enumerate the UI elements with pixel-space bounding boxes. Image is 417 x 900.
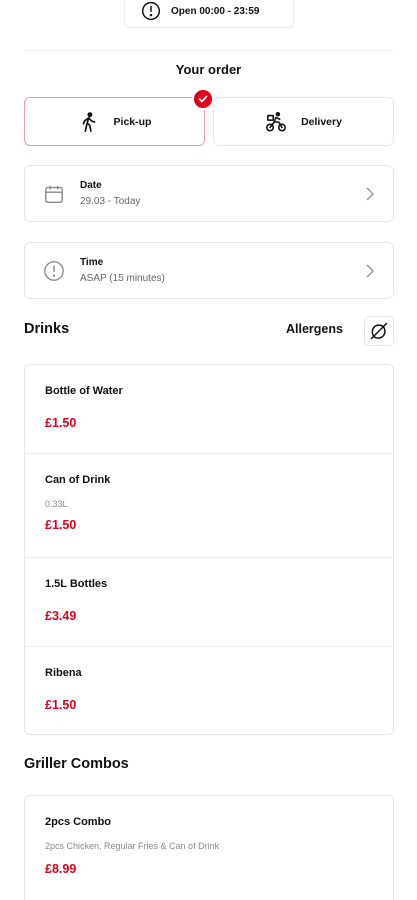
chevron-right-icon <box>366 264 375 278</box>
item-price: £3.49 <box>45 609 77 623</box>
calendar-icon <box>45 185 63 203</box>
menu-item[interactable]: Ribena £1.50 <box>25 647 393 734</box>
item-price: £8.99 <box>45 862 77 876</box>
date-value: 29.03 - Today <box>80 196 141 207</box>
combos-list: 2pcs Combo 2pcs Chicken, Regular Fries &… <box>24 795 394 900</box>
combos-section-title: Griller Combos <box>24 756 129 772</box>
item-name: 1.5L Bottles <box>45 578 108 590</box>
item-price: £1.50 <box>45 416 77 430</box>
item-name: Bottle of Water <box>45 385 123 397</box>
menu-item[interactable]: Can of Drink 0.33L £1.50 <box>25 454 393 558</box>
allergen-icon <box>370 322 388 340</box>
drinks-list: Bottle of Water £1.50 Can of Drink 0.33L… <box>24 364 394 735</box>
menu-item[interactable]: 1.5L Bottles £3.49 <box>25 558 393 647</box>
item-name: Can of Drink <box>45 474 111 486</box>
allergens-button[interactable] <box>364 316 394 346</box>
item-description: 0.33L <box>45 499 68 509</box>
time-selector[interactable]: Time ASAP (15 minutes) <box>24 242 394 299</box>
time-value: ASAP (15 minutes) <box>80 273 165 284</box>
allergens-label[interactable]: Allergens <box>286 322 343 336</box>
delivery-option-button[interactable]: Delivery <box>213 97 394 146</box>
cyclist-icon <box>266 111 287 131</box>
item-description: 2pcs Chicken, Regular Fries & Can of Dri… <box>45 841 220 851</box>
date-label: Date <box>80 180 102 191</box>
pickup-option-button[interactable]: Pick-up <box>24 88 214 146</box>
item-name: 2pcs Combo <box>45 816 112 828</box>
drinks-section-title: Drinks <box>24 321 70 337</box>
opening-hours-text: Open 00:00 - 23:59 <box>171 5 260 17</box>
menu-item[interactable]: Bottle of Water £1.50 <box>25 365 393 454</box>
item-price: £1.50 <box>45 518 77 532</box>
selected-check-icon <box>192 88 214 110</box>
divider <box>24 50 393 51</box>
walking-person-icon <box>82 111 95 132</box>
item-name: Ribena <box>45 667 82 679</box>
time-label: Time <box>80 257 104 268</box>
order-title: Your order <box>175 62 242 77</box>
item-price: £1.50 <box>45 698 77 712</box>
delivery-label: Delivery <box>301 115 342 128</box>
date-selector[interactable]: Date 29.03 - Today <box>24 165 394 222</box>
pickup-label: Pick-up <box>113 115 152 128</box>
clock-icon <box>141 1 161 21</box>
clock-icon <box>44 261 64 281</box>
opening-hours-pill: Open 00:00 - 23:59 <box>124 0 294 28</box>
menu-item[interactable]: 2pcs Combo 2pcs Chicken, Regular Fries &… <box>25 796 393 900</box>
chevron-right-icon <box>366 187 375 201</box>
